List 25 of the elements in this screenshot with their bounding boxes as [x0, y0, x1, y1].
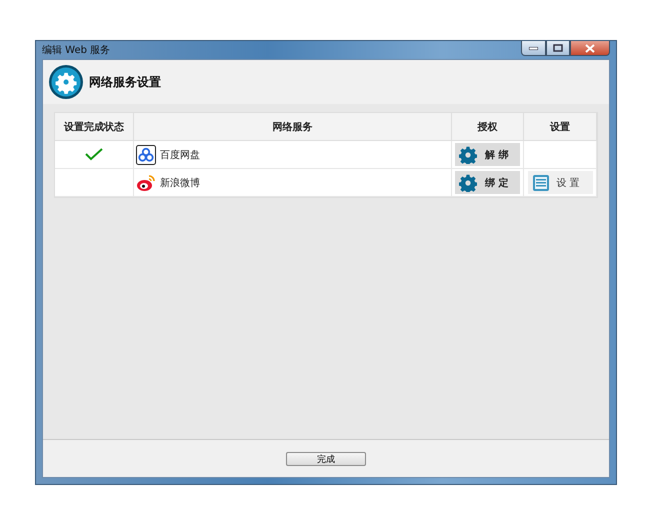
- column-header: 网络服务: [134, 113, 452, 141]
- column-header: 设置: [524, 113, 597, 141]
- list-icon: [532, 174, 548, 190]
- gear-icon: [459, 174, 477, 192]
- minimize-icon: [529, 46, 538, 50]
- auth-button[interactable]: 解 绑: [455, 143, 520, 166]
- auth-button[interactable]: 绑 定: [455, 171, 520, 194]
- settings-button[interactable]: 设 置: [528, 171, 592, 194]
- gear-icon: [459, 146, 477, 164]
- service-name: 百度网盘: [160, 148, 200, 162]
- header-title: 网络服务设置: [89, 74, 161, 90]
- column-header: 授权: [452, 113, 524, 141]
- window-title: 编辑 Web 服务: [42, 44, 110, 57]
- service-name: 新浪微博: [160, 176, 200, 190]
- eye-logo-icon: [136, 174, 156, 192]
- checkmark-icon: [85, 148, 103, 161]
- column-header: 设置完成状态: [55, 113, 134, 141]
- maximize-icon: [553, 44, 563, 52]
- close-icon: [585, 44, 595, 52]
- minimize-button[interactable]: [521, 41, 546, 56]
- maximize-button[interactable]: [546, 41, 570, 56]
- done-button[interactable]: 完成: [286, 452, 366, 466]
- cloud-icon: [136, 144, 156, 164]
- settings-icon: [48, 64, 84, 100]
- close-button[interactable]: [570, 41, 610, 56]
